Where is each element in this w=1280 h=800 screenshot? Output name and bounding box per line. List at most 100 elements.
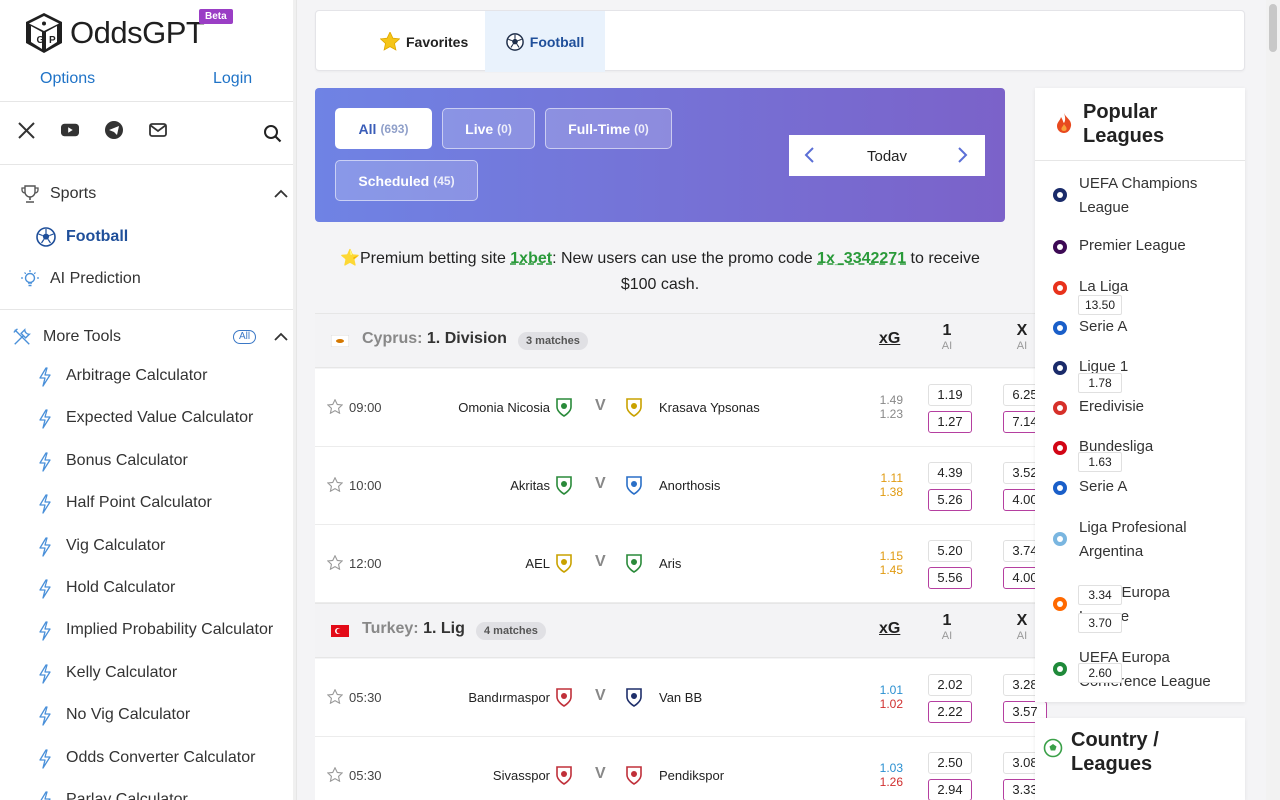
popular-league-item[interactable]: Bundesliga	[1035, 435, 1245, 461]
popular-league-item[interactable]: UEFA EuropaLeague	[1035, 581, 1245, 633]
chevron-up-icon[interactable]	[274, 328, 288, 346]
odds-1-ai-value[interactable]: 2.94	[928, 779, 972, 800]
favorite-star-icon[interactable]	[326, 476, 344, 497]
scrollbar-thumb[interactable]	[1269, 4, 1277, 52]
sidebar-tool-item[interactable]: Half Point Calculator	[0, 491, 296, 517]
label-line: La Liga	[1079, 278, 1129, 295]
lightning-icon	[38, 791, 52, 800]
sidebar-item-sports[interactable]: Sports	[0, 180, 296, 208]
brand-logo[interactable]: G P OddsGPT Beta	[22, 9, 233, 56]
odds-value[interactable]: 3.70	[1078, 613, 1122, 633]
trophy-icon	[20, 184, 40, 204]
league-logo-icon	[1051, 399, 1069, 417]
popular-league-item[interactable]: La Liga	[1035, 275, 1245, 301]
xg-column-header[interactable]: xG	[879, 330, 900, 348]
odds-value[interactable]: 2.60	[1078, 663, 1122, 683]
odds-value[interactable]: 3.34	[1078, 585, 1122, 605]
home-team-name: Sivasspor	[492, 768, 550, 783]
league-country: Cyprus:	[362, 330, 423, 347]
popular-league-item[interactable]: Ligue 1	[1035, 355, 1245, 381]
odds-1-value[interactable]: 1.19	[928, 384, 972, 406]
sidebar-scrollbar[interactable]	[293, 0, 296, 800]
xg-away: 1.38	[879, 485, 903, 499]
page-scrollbar[interactable]	[1266, 0, 1280, 800]
sidebar-tool-item[interactable]: Implied Probability Calculator	[0, 618, 296, 644]
league-header[interactable]: Turkey: 1. Lig 4 matches xG 1 AI X AI	[315, 603, 1035, 658]
soccer-ball-icon	[1043, 738, 1063, 763]
odds-value[interactable]: 13.50	[1078, 295, 1122, 315]
popular-league-item[interactable]: Liga Profesional Argentina	[1035, 516, 1245, 568]
sidebar-tool-item[interactable]: Parlay Calculator	[0, 788, 296, 800]
sidebar-tool-item[interactable]: No Vig Calculator	[0, 703, 296, 729]
column-label: 1	[942, 612, 952, 629]
tab-favorites[interactable]: Favorites	[380, 11, 468, 72]
odds-1-value[interactable]: 4.39	[928, 462, 972, 484]
popular-league-label: UEFA Champions League	[1079, 172, 1229, 220]
sidebar-item-ai-prediction[interactable]: AI Prediction	[0, 265, 296, 293]
sidebar-tool-item[interactable]: Odds Converter Calculator	[0, 746, 296, 772]
promo-site-link[interactable]: 1xbet	[510, 250, 552, 267]
mail-icon[interactable]	[149, 121, 167, 139]
options-link[interactable]: Options	[40, 70, 95, 88]
sidebar-tool-item[interactable]: Kelly Calculator	[0, 661, 296, 687]
odds-1-ai-value[interactable]: 1.27	[928, 411, 972, 433]
match-row[interactable]: 10:00 Akritas V Anorthosis 1.11 1.38 4.39 5.26 3…	[315, 447, 1047, 525]
sidebar-item-football[interactable]: Football	[0, 223, 296, 251]
favorite-star-icon[interactable]	[326, 554, 344, 575]
odds-1-ai-value[interactable]: 2.22	[928, 701, 972, 723]
sidebar-tool-item[interactable]: Arbitrage Calculator	[0, 364, 296, 390]
odds-x-column-header: X AI	[1007, 612, 1037, 642]
sidebar-item-more-tools[interactable]: More Tools All	[0, 323, 296, 351]
search-icon[interactable]	[263, 124, 282, 148]
sidebar-tool-item[interactable]: Hold Calculator	[0, 576, 296, 602]
sidebar-tool-item[interactable]: Vig Calculator	[0, 534, 296, 560]
filter-scheduled-button[interactable]: Scheduled (45)	[335, 160, 478, 201]
favorite-star-icon[interactable]	[326, 398, 344, 419]
youtube-icon[interactable]	[61, 121, 79, 139]
filter-fulltime-button[interactable]: Full-Time (0)	[545, 108, 672, 149]
versus-label: V	[595, 687, 606, 704]
label-line: Serie A	[1079, 318, 1128, 335]
label-line: Liga Profesional	[1079, 519, 1187, 536]
league-header[interactable]: Cyprus: 1. Division 3 matches xG 1 AI X AI	[315, 313, 1035, 368]
tab-football[interactable]: Football	[485, 11, 605, 72]
popular-league-item[interactable]: Premier League	[1035, 234, 1245, 260]
odds-1-value[interactable]: 2.50	[928, 752, 972, 774]
match-row[interactable]: 05:30 Sivasspor V Pendikspor 1.03 1.26 2.50 2.9…	[315, 737, 1047, 800]
match-row[interactable]: 05:30 Bandırmaspor V Van BB 1.01 1.02 2.02 2.22…	[315, 659, 1047, 737]
odds-value[interactable]: 1.78	[1078, 373, 1122, 393]
odds-value[interactable]: 1.63	[1078, 452, 1122, 472]
home-team-logo-icon	[555, 765, 573, 790]
title-line: Leagues	[1071, 753, 1153, 775]
all-badge[interactable]: All	[233, 330, 257, 344]
chevron-up-icon[interactable]	[274, 185, 288, 203]
favorite-star-icon[interactable]	[326, 766, 344, 787]
match-row[interactable]: 12:00 AEL V Aris 1.15 1.45 5.20 5.56 3.74 4.00	[315, 525, 1047, 603]
filter-live-button[interactable]: Live (0)	[442, 108, 535, 149]
promo-code[interactable]: 1x_3342271	[817, 250, 906, 267]
xg-home: 1.11	[880, 471, 903, 485]
filter-all-button[interactable]: All (693)	[335, 108, 432, 149]
popular-league-item[interactable]: Serie A	[1035, 475, 1245, 501]
odds-1-value[interactable]: 5.20	[928, 540, 972, 562]
popular-league-item[interactable]: UEFA Europa Conference League	[1035, 646, 1245, 698]
sidebar-tool-item[interactable]: Bonus Calculator	[0, 449, 296, 475]
odds-1-value[interactable]: 2.02	[928, 674, 972, 696]
sidebar-tool-item[interactable]: Expected Value Calculator	[0, 406, 296, 432]
odds-1-ai-value[interactable]: 5.56	[928, 567, 972, 589]
home-team-logo-icon	[555, 553, 573, 578]
home-team-logo-icon	[555, 397, 573, 422]
promo-text: to receive	[906, 250, 980, 267]
login-link[interactable]: Login	[213, 70, 252, 88]
popular-league-item[interactable]: Serie A	[1035, 315, 1245, 341]
favorite-star-icon[interactable]	[326, 688, 344, 709]
x-icon[interactable]	[17, 121, 35, 139]
xg-column-header[interactable]: xG	[879, 620, 900, 638]
odds-1-ai-value[interactable]: 5.26	[928, 489, 972, 511]
popular-league-item[interactable]: UEFA Champions League	[1035, 172, 1245, 224]
telegram-icon[interactable]	[105, 121, 123, 139]
match-filter-panel: All (693) Live (0) Full-Time (0) Schedul…	[315, 88, 1005, 222]
match-row[interactable]: 09:00 Omonia Nicosia V Krasava Ypsonas 1.49 1…	[315, 369, 1047, 447]
chevron-right-icon[interactable]	[957, 146, 969, 170]
popular-league-item[interactable]: Eredivisie	[1035, 395, 1245, 421]
